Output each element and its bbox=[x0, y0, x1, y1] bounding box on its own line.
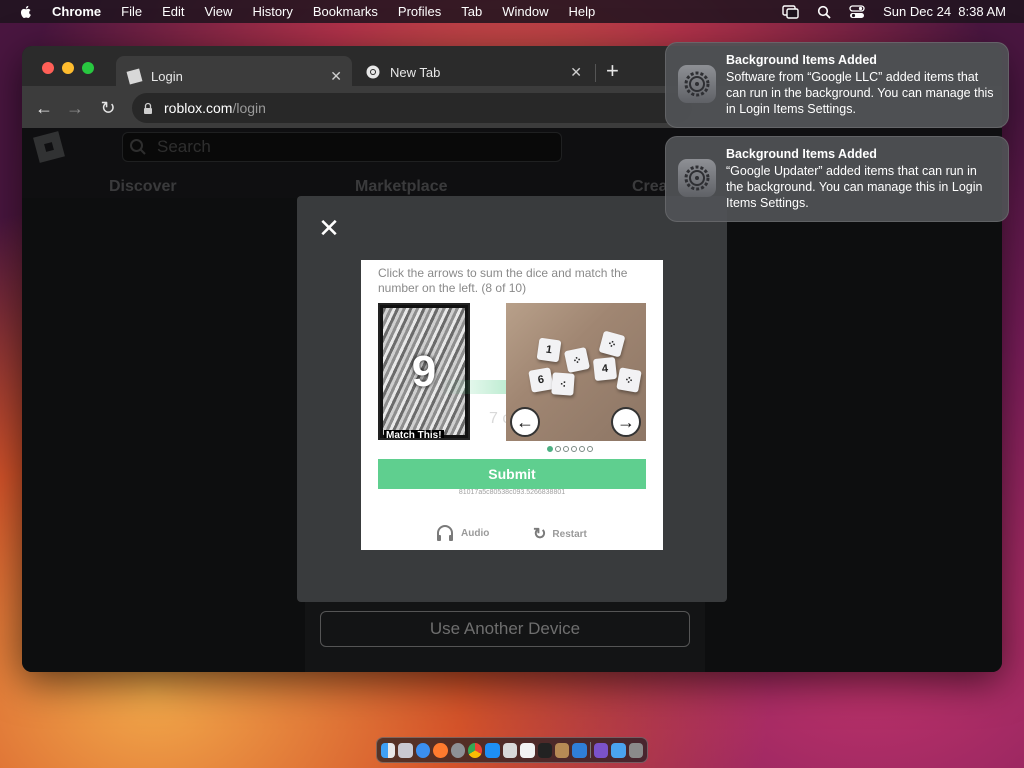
pagination-dot bbox=[579, 446, 585, 452]
pagination-dot bbox=[563, 446, 569, 452]
folder-icon[interactable] bbox=[611, 742, 626, 758]
menu-help[interactable]: Help bbox=[569, 4, 596, 19]
restart-button[interactable]: ↻ Restart bbox=[533, 524, 587, 544]
control-center-icon[interactable] bbox=[849, 4, 865, 19]
minimize-window-button[interactable] bbox=[62, 62, 74, 74]
tab-new-tab[interactable]: New Tab ✕ bbox=[362, 56, 592, 88]
spotlight-search-icon[interactable] bbox=[817, 5, 831, 19]
trash-icon[interactable] bbox=[628, 742, 644, 758]
tab-title: New Tab bbox=[390, 64, 441, 80]
settings-gear-icon bbox=[678, 65, 716, 103]
menu-history[interactable]: History bbox=[252, 4, 292, 19]
die: ⁘ bbox=[616, 367, 642, 393]
chrome-icon bbox=[366, 65, 380, 79]
visual-studio-icon[interactable] bbox=[593, 742, 609, 758]
submit-button[interactable]: Submit bbox=[378, 459, 646, 489]
launchpad-icon[interactable] bbox=[398, 742, 413, 758]
close-window-button[interactable] bbox=[42, 62, 54, 74]
menu-app-name[interactable]: Chrome bbox=[52, 4, 101, 19]
url-path: /login bbox=[232, 100, 266, 116]
finder-icon[interactable] bbox=[381, 742, 396, 758]
reload-button[interactable]: ↻ bbox=[98, 98, 118, 118]
die: ⁘ bbox=[563, 346, 591, 374]
die: ⁘ bbox=[598, 330, 626, 358]
zoom-window-button[interactable] bbox=[82, 62, 94, 74]
pagination-dot bbox=[571, 446, 577, 452]
back-button[interactable]: ← bbox=[34, 98, 54, 118]
menu-window[interactable]: Window bbox=[502, 4, 548, 19]
die: 6 bbox=[528, 367, 554, 393]
notification-body: Software from “Google LLC” added items t… bbox=[726, 70, 994, 116]
forward-button[interactable]: → bbox=[65, 98, 85, 118]
pagination-dots bbox=[547, 446, 593, 452]
use-another-device-button[interactable]: Use Another Device bbox=[320, 611, 690, 647]
notification-title: Background Items Added bbox=[726, 147, 877, 161]
pagination-dot bbox=[555, 446, 561, 452]
terminal-icon[interactable] bbox=[537, 742, 553, 758]
close-tab-icon[interactable]: ✕ bbox=[330, 68, 342, 85]
tab-title: Login bbox=[151, 68, 183, 84]
notification-card[interactable]: Background Items Added “Google Updater” … bbox=[665, 136, 1009, 222]
audio-button[interactable]: Audio bbox=[435, 524, 489, 542]
brush-icon[interactable] bbox=[555, 742, 570, 758]
headphones-icon bbox=[437, 525, 453, 541]
close-icon[interactable]: ✕ bbox=[317, 215, 341, 241]
menu-bookmarks[interactable]: Bookmarks bbox=[313, 4, 378, 19]
pagination-dot bbox=[547, 446, 553, 452]
die: 4 bbox=[592, 356, 618, 382]
menu-clock[interactable]: Sun Dec 24 8:38 AM bbox=[883, 4, 1006, 19]
settings-gear-icon bbox=[678, 159, 716, 197]
pagination-dot bbox=[587, 446, 593, 452]
captcha-challenge: Click the arrows to sum the dice and mat… bbox=[361, 260, 663, 550]
menu-tab[interactable]: Tab bbox=[461, 4, 482, 19]
safari-icon[interactable] bbox=[415, 742, 431, 758]
screen-mirroring-icon[interactable] bbox=[782, 4, 799, 19]
site-info-icon[interactable] bbox=[142, 102, 154, 115]
roblox-icon[interactable] bbox=[502, 742, 518, 758]
new-tab-button[interactable]: + bbox=[606, 58, 619, 84]
session-id: 81017a5c80538c093.5266838801 bbox=[458, 489, 566, 496]
address-bar[interactable]: roblox.com/login bbox=[132, 93, 692, 123]
dock bbox=[376, 737, 648, 763]
menu-profiles[interactable]: Profiles bbox=[398, 4, 441, 19]
url-host: roblox.com bbox=[164, 100, 233, 116]
menu-bar: Chrome File Edit View History Bookmarks … bbox=[0, 0, 1024, 23]
menu-file[interactable]: File bbox=[121, 4, 142, 19]
die: ⁖ bbox=[551, 372, 575, 396]
apple-icon[interactable] bbox=[18, 4, 34, 20]
close-tab-icon[interactable]: ✕ bbox=[570, 64, 582, 81]
settings-icon[interactable] bbox=[450, 742, 466, 758]
previous-arrow-button[interactable]: ← bbox=[510, 407, 540, 437]
dock-divider bbox=[589, 742, 591, 758]
vscode-icon[interactable] bbox=[572, 742, 587, 758]
restart-label: Restart bbox=[552, 528, 587, 540]
captcha-instruction: Click the arrows to sum the dice and mat… bbox=[378, 266, 628, 295]
roblox-favicon-icon bbox=[126, 68, 143, 84]
dice-image: 1 ⁘ ⁘ 4 ⁘ 6 ⁖ ← → bbox=[506, 303, 646, 441]
match-this-label: Match This! bbox=[384, 430, 444, 440]
menu-edit[interactable]: Edit bbox=[162, 4, 184, 19]
notification-title: Background Items Added bbox=[726, 53, 877, 67]
target-number-card: 9 Match This! bbox=[378, 303, 470, 440]
notification-card[interactable]: Background Items Added Software from “Go… bbox=[665, 42, 1009, 128]
textedit-icon[interactable] bbox=[520, 742, 535, 758]
audio-label: Audio bbox=[461, 527, 490, 539]
captcha-modal: ✕ Click the arrows to sum the dice and m… bbox=[297, 196, 727, 602]
firefox-icon[interactable] bbox=[433, 742, 448, 758]
notification-body: “Google Updater” added items that can ru… bbox=[726, 164, 983, 210]
next-arrow-button[interactable]: → bbox=[611, 407, 641, 437]
chrome-icon[interactable] bbox=[468, 742, 483, 758]
restart-icon: ↻ bbox=[533, 526, 547, 543]
menu-view[interactable]: View bbox=[204, 4, 232, 19]
app-store-icon[interactable] bbox=[485, 742, 500, 758]
die: 1 bbox=[536, 337, 562, 363]
tab-divider bbox=[595, 64, 596, 82]
